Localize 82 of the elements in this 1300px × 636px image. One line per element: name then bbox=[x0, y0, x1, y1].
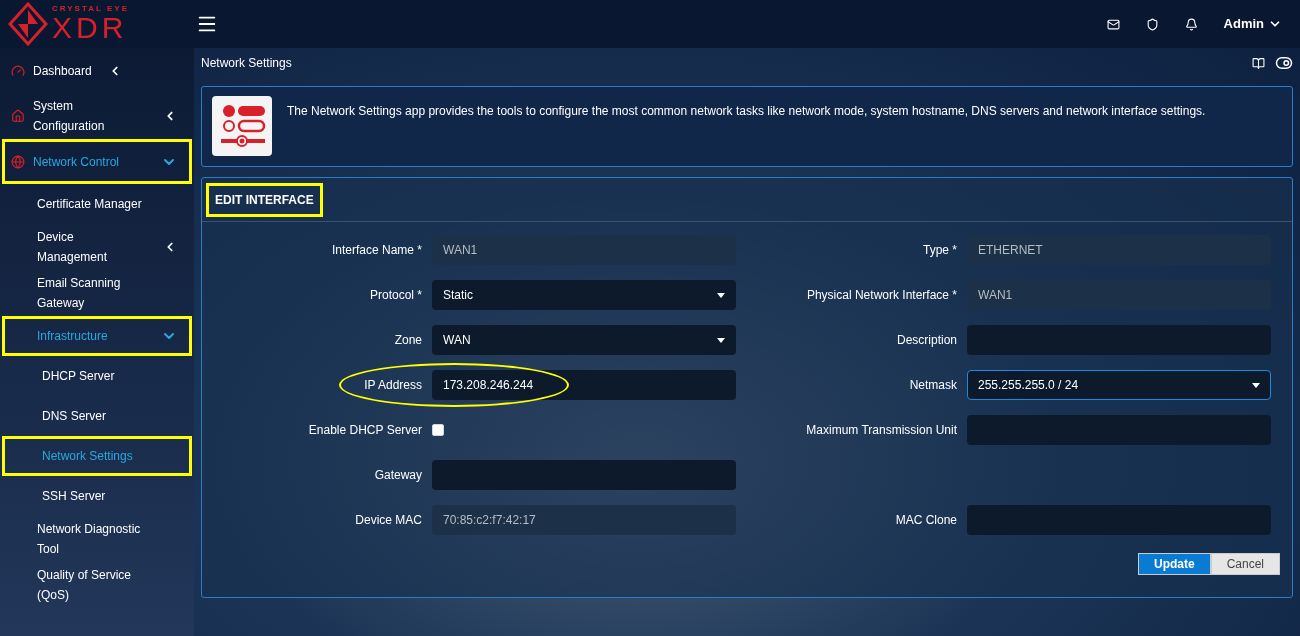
field-label: Physical Network Interface * bbox=[805, 287, 958, 304]
logo-tagline: CRYSTAL EYE bbox=[52, 5, 129, 13]
field-label: Type * bbox=[921, 242, 958, 259]
field-value: Static bbox=[443, 287, 473, 304]
sidebar-item[interactable]: DNS Server bbox=[2, 396, 192, 436]
field-label: Enable DHCP Server bbox=[307, 422, 423, 439]
sidebar-label: Network Control bbox=[33, 153, 120, 171]
sidebar-item[interactable]: Email Scanning Gateway bbox=[2, 270, 192, 316]
page-title: Network Settings bbox=[201, 55, 292, 72]
select-field[interactable]: Static bbox=[432, 280, 736, 310]
sidebar-label: DHCP Server bbox=[42, 368, 115, 385]
input-field[interactable]: WAN1 bbox=[432, 235, 736, 265]
logo-diamond-icon bbox=[8, 2, 48, 46]
user-menu[interactable]: Admin bbox=[1223, 14, 1282, 34]
dropdown-caret-icon bbox=[1252, 382, 1260, 388]
gauge-icon bbox=[11, 63, 25, 78]
field-label: IP Address bbox=[363, 377, 423, 394]
home-icon bbox=[11, 109, 25, 123]
select-field[interactable]: WAN bbox=[432, 325, 736, 355]
checkbox[interactable] bbox=[432, 424, 444, 436]
book-icon[interactable] bbox=[1252, 56, 1265, 70]
logo[interactable]: CRYSTAL EYE XDR bbox=[0, 2, 194, 46]
field-value: WAN bbox=[443, 332, 471, 349]
cancel-button[interactable]: Cancel bbox=[1210, 553, 1280, 575]
sidebar-item[interactable]: Device Management bbox=[2, 224, 192, 270]
sidebar-item[interactable]: Dashboard bbox=[2, 48, 192, 93]
dropdown-caret-icon bbox=[717, 292, 725, 298]
sidebar-label: Device Management bbox=[37, 229, 109, 266]
sidebar-item[interactable]: Network Control bbox=[2, 139, 192, 184]
sidebar-label: Quality of Service (QoS) bbox=[37, 567, 133, 604]
field-value: 70:85:c2:f7:42:17 bbox=[443, 512, 536, 529]
toggle-icon[interactable] bbox=[1275, 54, 1293, 72]
field-value: WAN1 bbox=[443, 242, 478, 259]
sidebar-label: Email Scanning Gateway bbox=[37, 275, 122, 312]
select-field[interactable]: 255.255.255.0 / 24 bbox=[967, 370, 1271, 400]
input-field[interactable]: 173.208.246.244 bbox=[432, 370, 736, 400]
sidebar-label: DNS Server bbox=[42, 408, 106, 425]
sidebar-item[interactable]: Quality of Service (QoS) bbox=[2, 562, 192, 608]
sidebar-item[interactable]: Infrastructure bbox=[2, 316, 192, 356]
field-label: Netmask bbox=[908, 377, 958, 394]
field-label: MAC Clone bbox=[894, 512, 958, 529]
info-text: The Network Settings app provides the tools to configure the most common network tasks like network mode, system hostname, DNS servers and network interface settings. bbox=[287, 103, 1206, 120]
input-field[interactable] bbox=[967, 325, 1271, 355]
bell-icon[interactable] bbox=[1184, 17, 1198, 31]
input-field[interactable] bbox=[967, 415, 1271, 445]
sidebar-label: Network Diagnostic Tool bbox=[37, 521, 142, 558]
sidebar-label: Infrastructure bbox=[37, 328, 108, 345]
sidebar-item[interactable]: Network Settings bbox=[2, 436, 192, 476]
field-value: 255.255.255.0 / 24 bbox=[978, 377, 1079, 394]
globe-icon bbox=[11, 154, 25, 169]
sidebar-item[interactable]: DHCP Server bbox=[2, 356, 192, 396]
sidebar-item[interactable]: SSH Server bbox=[2, 476, 192, 516]
field-label: Device MAC bbox=[354, 512, 423, 529]
field-label: Maximum Transmission Unit bbox=[805, 422, 958, 439]
sidebar-item[interactable]: System Configuration bbox=[2, 93, 192, 139]
sidebar-item[interactable]: Certificate Manager bbox=[2, 184, 192, 224]
shield-icon[interactable] bbox=[1145, 17, 1159, 31]
dropdown-caret-icon bbox=[717, 337, 725, 343]
form-title: EDIT INTERFACE bbox=[206, 182, 323, 217]
input-field[interactable] bbox=[967, 505, 1271, 535]
input-field[interactable]: WAN1 bbox=[967, 280, 1271, 310]
field-label: Gateway bbox=[373, 467, 423, 484]
sidebar-label: SSH Server bbox=[42, 488, 106, 505]
input-field[interactable] bbox=[432, 460, 736, 490]
app-icon bbox=[212, 96, 272, 156]
sidebar-label: Dashboard bbox=[33, 62, 92, 80]
update-button[interactable]: Update bbox=[1137, 553, 1211, 575]
sidebar-label: Certificate Manager bbox=[37, 196, 142, 213]
field-label: Interface Name * bbox=[330, 242, 423, 259]
field-label: Zone bbox=[393, 332, 423, 349]
field-value: WAN1 bbox=[978, 287, 1013, 304]
field-value: 173.208.246.244 bbox=[443, 377, 534, 394]
field-label: Description bbox=[895, 332, 958, 349]
mail-icon[interactable] bbox=[1106, 17, 1120, 31]
sidebar-label: Network Settings bbox=[42, 448, 133, 465]
input-field[interactable]: ETHERNET bbox=[967, 235, 1271, 265]
sidebar-label: System Configuration bbox=[32, 98, 106, 135]
input-field[interactable]: 70:85:c2:f7:42:17 bbox=[432, 505, 736, 535]
field-value: ETHERNET bbox=[978, 242, 1043, 259]
field-label: Protocol * bbox=[368, 287, 423, 304]
sidebar-item[interactable]: Network Diagnostic Tool bbox=[2, 516, 192, 562]
logo-wordmark: XDR bbox=[52, 13, 129, 43]
